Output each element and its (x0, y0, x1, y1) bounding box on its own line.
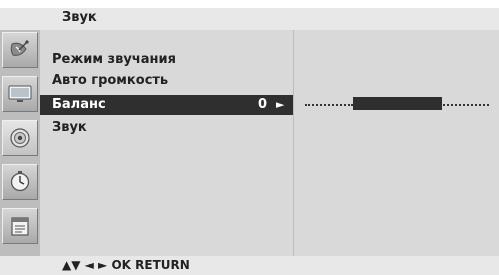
balance-value: 0 (258, 97, 268, 112)
sidebar-item-sound[interactable] (2, 120, 38, 156)
balance-right-track (443, 104, 489, 106)
tv-osd-screen: Звук Режим звучания Авто громкость Балан… (0, 0, 499, 275)
menu-item-balance[interactable]: Баланс 0 ► (40, 95, 293, 115)
satellite-dish-icon (10, 40, 29, 56)
tv-picture-icon (8, 85, 32, 102)
right-arrow-icon: ► (276, 98, 285, 111)
menu-title: Звук (62, 10, 97, 25)
speaker-sound-icon (10, 128, 30, 148)
menu-item-label: Баланс (52, 97, 106, 112)
submenu-panel (293, 30, 499, 256)
title-bar: Звук (0, 8, 499, 30)
sidebar-item-option[interactable] (2, 208, 38, 244)
footer-hint-bar: ▲▼ ◄ ► OK RETURN (0, 256, 499, 275)
menu-item-label: Авто громкость (52, 73, 169, 88)
menu-item-label: Звук (52, 120, 87, 135)
options-calendar-icon (11, 217, 29, 236)
menu-item-sound-mode[interactable]: Режим звучания (52, 50, 176, 70)
menu-item-auto-volume[interactable]: Авто громкость (52, 71, 168, 91)
navigation-hint: ▲▼ ◄ ► OK RETURN (62, 258, 190, 272)
sidebar-item-picture[interactable] (2, 76, 38, 112)
category-sidebar (0, 30, 40, 256)
sidebar-item-time[interactable] (2, 164, 38, 200)
clock-time-icon (10, 171, 30, 192)
menu-list: Режим звучания Авто громкость Баланс 0 ►… (40, 30, 293, 256)
menu-item-sound[interactable]: Звук (52, 118, 87, 138)
sidebar-item-station[interactable] (2, 32, 38, 68)
menu-item-label: Режим звучания (52, 52, 176, 67)
balance-slider-bar[interactable] (353, 97, 442, 110)
balance-left-track (305, 104, 353, 106)
